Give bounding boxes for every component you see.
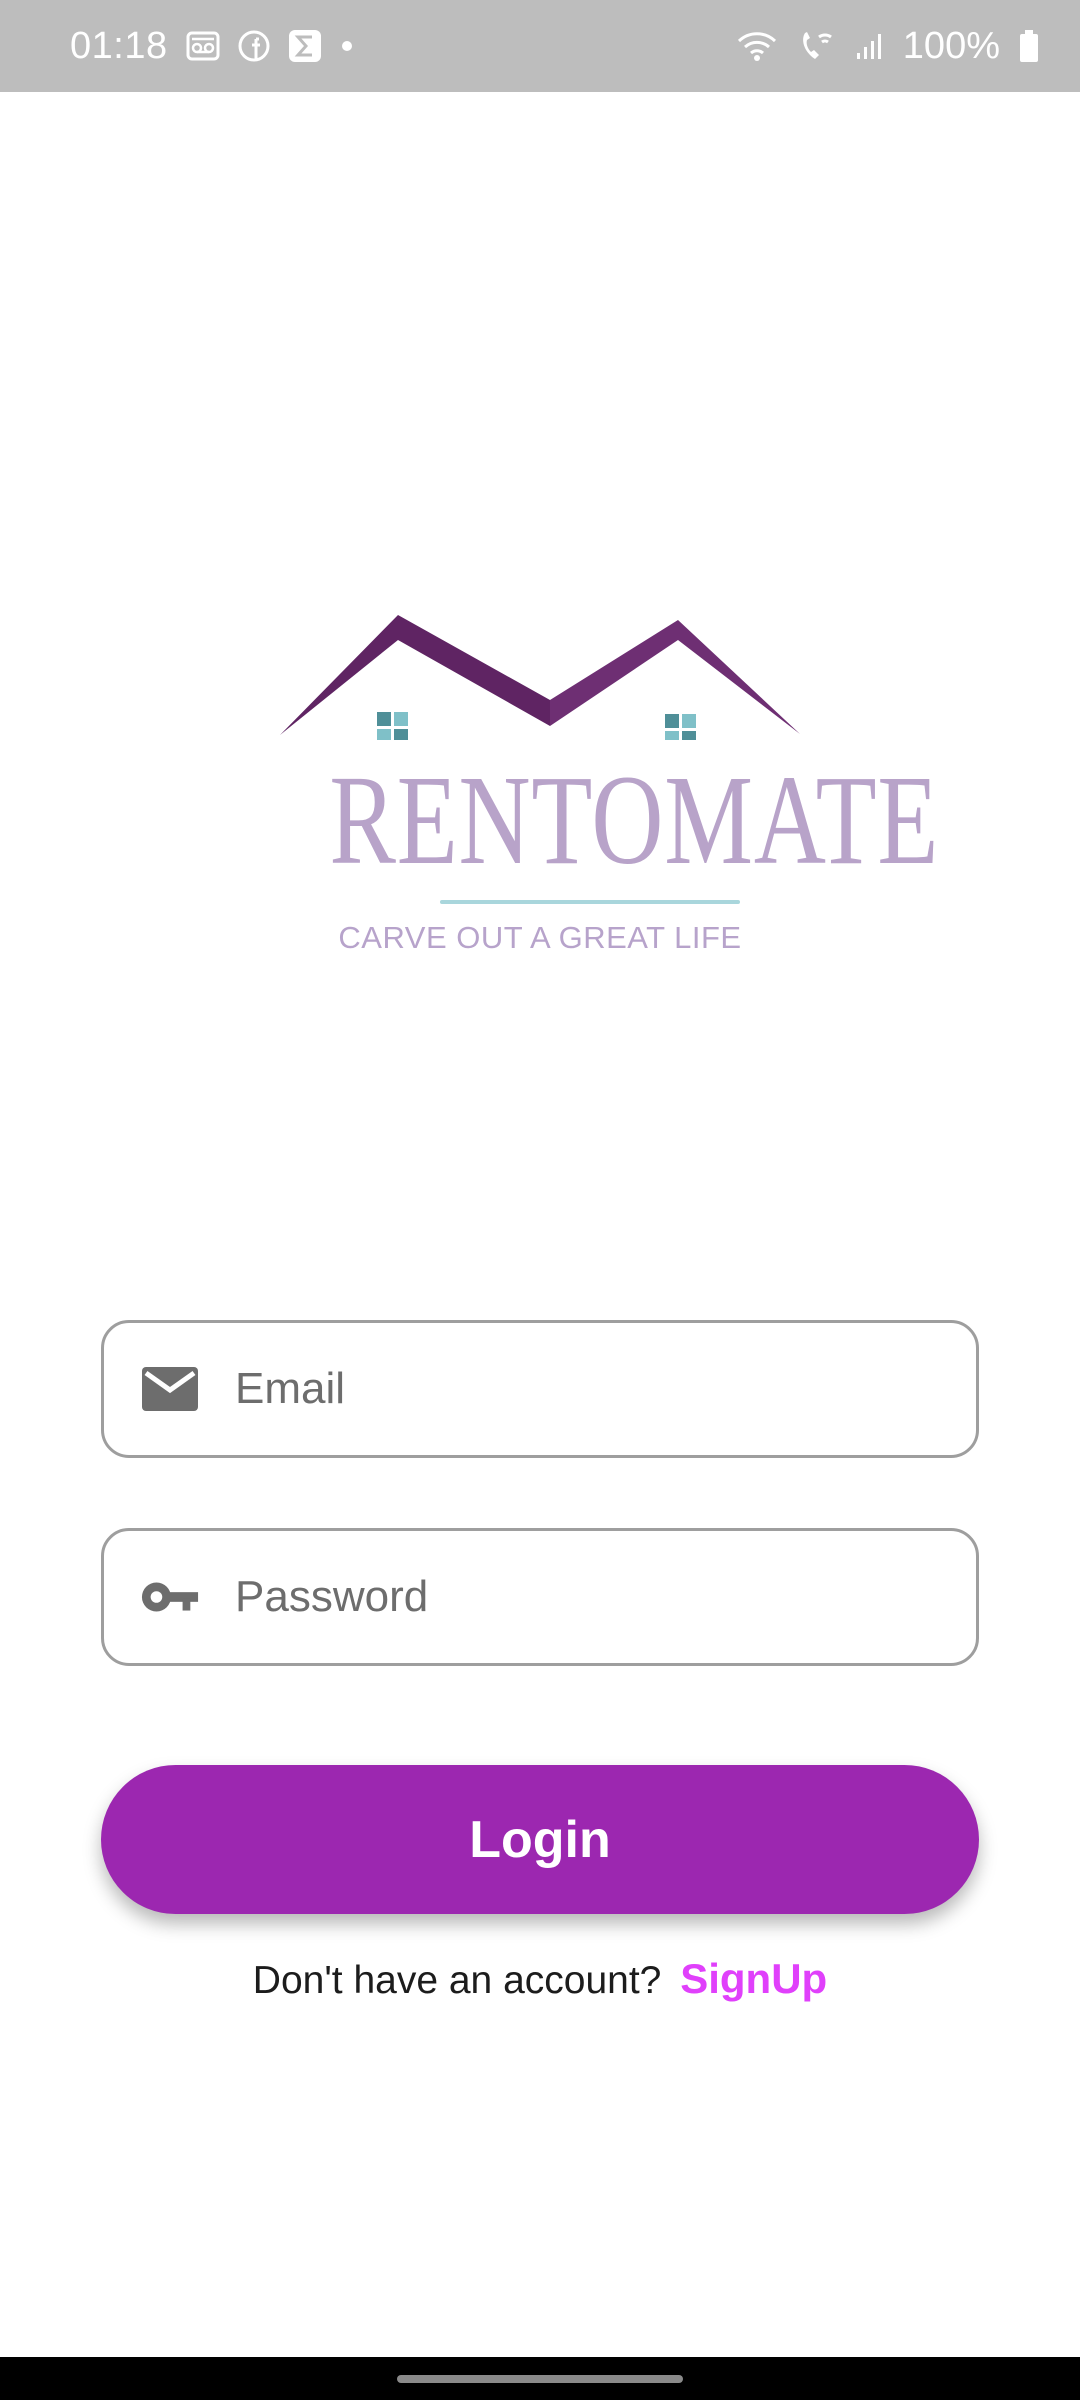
signup-row: Don't have an account? SignUp [0,1955,1080,2003]
voicemail-icon [186,31,220,61]
status-right: 100% [735,25,1040,68]
password-field[interactable] [101,1528,979,1666]
facebook-icon [238,30,270,62]
status-left: 01:18 [70,25,354,68]
wifi-icon [735,29,779,63]
key-icon [140,1567,200,1627]
battery-icon [1018,29,1040,63]
battery-percent: 100% [902,24,1000,67]
house-roof-icon [280,615,800,740]
dot-icon [340,39,354,53]
logo-divider [440,900,740,904]
logo-wordmark: RENTOMATE [329,749,940,891]
navigation-bar [0,2357,1080,2400]
status-bar: 01:18 100% [0,0,1080,92]
home-gesture-handle[interactable] [397,2375,683,2383]
signup-link[interactable]: SignUp [680,1955,827,2002]
logo-tagline: CARVE OUT A GREAT LIFE [338,920,742,955]
email-field[interactable] [101,1320,979,1458]
password-input[interactable] [235,1531,955,1663]
status-time: 01:18 [70,24,168,67]
wifi-calling-icon [797,29,837,63]
window-icon [665,714,696,740]
signal-icon [855,31,885,61]
login-button-label: Login [469,1810,611,1869]
mail-icon [140,1359,200,1419]
email-input[interactable] [235,1323,955,1455]
rentomate-logo: RENTOMATE CARVE OUT A GREAT LIFE [270,585,940,965]
window-icon [377,712,408,740]
signup-prompt: Don't have an account? [252,1959,662,2002]
login-button[interactable]: Login [101,1765,979,1914]
sigma-icon [288,29,322,63]
